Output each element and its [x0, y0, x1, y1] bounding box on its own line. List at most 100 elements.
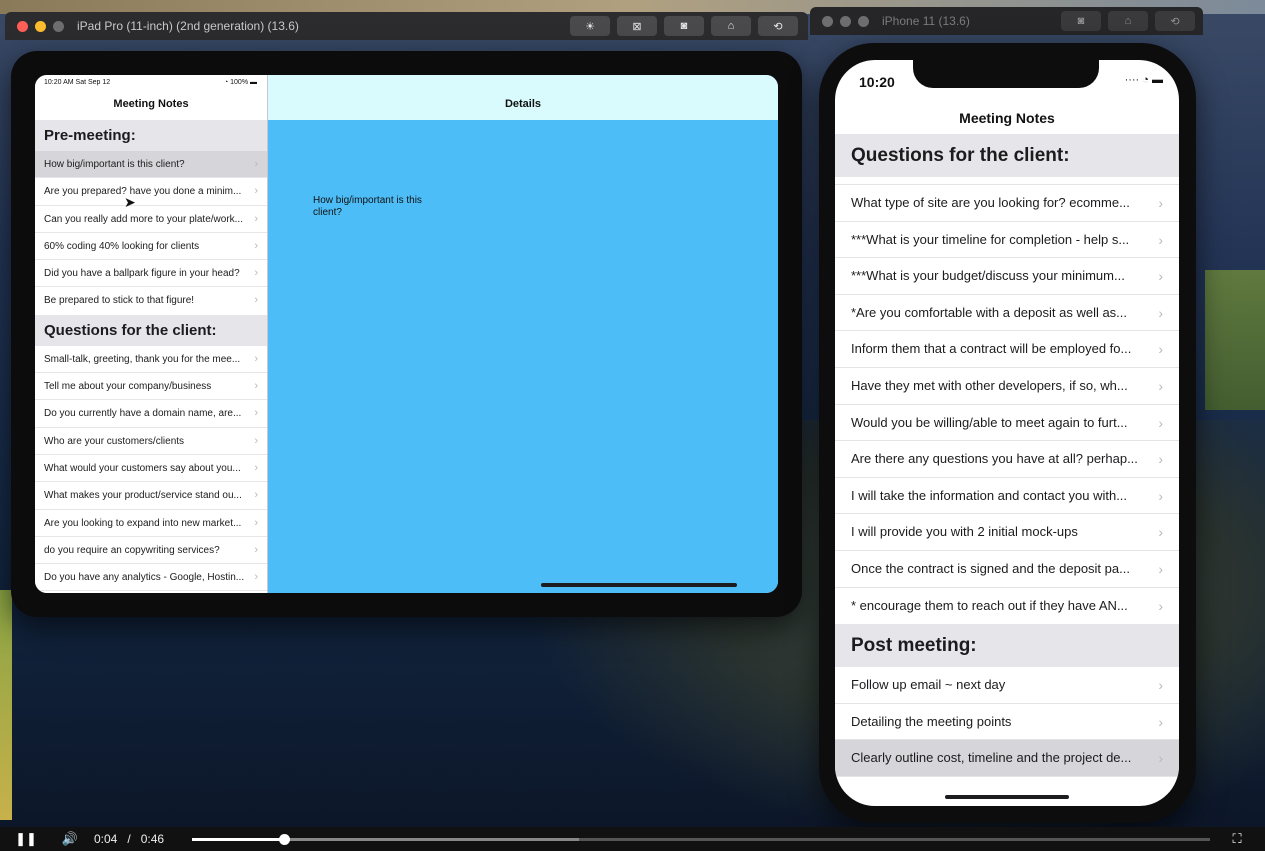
chevron-right-icon: ›	[254, 239, 258, 252]
list-item[interactable]: What makes your product/service stand ou…	[35, 482, 267, 510]
list-item[interactable]: Are you looking to expand into new marke…	[35, 510, 267, 537]
video-player-controls: ❚❚ 🔊 0:04 / 0:46 ⛶	[0, 827, 1265, 851]
list-item[interactable]: Small-talk, greeting, thank you for the …	[35, 346, 267, 374]
chevron-right-icon: ›	[254, 434, 258, 447]
home-indicator[interactable]	[541, 583, 737, 587]
status-time: 10:20 AM Sat Sep 12	[44, 79, 111, 86]
list-item-label: 60% coding 40% looking for clients	[44, 240, 200, 252]
list-item-label: Clearly outline cost, timeline and the p…	[851, 750, 1132, 766]
list-item-label: Did you have a ballpark figure in your h…	[44, 268, 240, 280]
status-icons: ···· ◔ ▬	[1125, 74, 1163, 86]
list-item[interactable]: Be prepared to stick to that figure! ›	[35, 287, 267, 314]
list-item[interactable]: * encourage them to reach out if they ha…	[835, 588, 1179, 625]
zoom-window-button[interactable]	[53, 20, 64, 32]
home-icon[interactable]: ⌂	[1108, 11, 1148, 31]
list-item-label: ***What is your budget/discuss your mini…	[851, 268, 1125, 284]
chevron-right-icon: ›	[1158, 750, 1163, 767]
zoom-window-button[interactable]	[858, 15, 869, 27]
list-item-label: Are there any questions you have at all?…	[851, 451, 1138, 467]
volume-icon[interactable]: 🔊	[60, 829, 80, 849]
list-item[interactable]: Would you be willing/able to meet again …	[835, 405, 1179, 442]
list-item[interactable]: What would your customers say about you.…	[35, 455, 267, 483]
list-item[interactable]: Clearly outline cost, timeline and the p…	[835, 740, 1179, 777]
progress-bar[interactable]	[192, 834, 1210, 845]
list-item[interactable]: 60% coding 40% looking for clients ›	[35, 233, 267, 261]
camera-icon[interactable]: ◙	[1061, 11, 1101, 31]
rotate-icon[interactable]: ⟲	[758, 16, 798, 36]
list-item-label: Who are your customers/clients	[44, 435, 185, 447]
list-item[interactable]: Inform them that a contract will be empl…	[835, 331, 1179, 368]
chevron-right-icon: ›	[1158, 341, 1163, 358]
home-indicator[interactable]	[945, 795, 1069, 799]
list-item[interactable]: do you require an copywriting services? ›	[35, 537, 267, 565]
chevron-right-icon: ›	[1158, 713, 1163, 730]
battery-icon: ▬	[1152, 74, 1163, 86]
chevron-right-icon: ›	[254, 352, 258, 365]
minimize-window-button[interactable]	[840, 15, 851, 27]
ipad-simulator-titlebar: iPad Pro (11-inch) (2nd generation) (13.…	[5, 12, 808, 40]
list-item[interactable]: Follow up email ~ next day ›	[835, 667, 1179, 704]
ipad-window-title: iPad Pro (11-inch) (2nd generation) (13.…	[77, 19, 299, 33]
list-item-label: Once the contract is signed and the depo…	[851, 560, 1130, 576]
status-time: 10:20	[859, 74, 895, 90]
iphone-simulator-titlebar: iPhone 11 (13.6) ◙ ⌂ ⟲	[810, 7, 1203, 35]
list-item-label: Do you have any analytics - Google, Host…	[44, 572, 245, 584]
list-item-label: Are you looking to expand into new marke…	[44, 517, 242, 529]
list-item[interactable]: Once the contract is signed and the depo…	[835, 551, 1179, 588]
list-item[interactable]: Are you prepared? have you done a minim.…	[35, 178, 267, 206]
iphone-window-title: iPhone 11 (13.6)	[882, 14, 970, 28]
list-item[interactable]: I will provide you with 2 initial mock-u…	[835, 514, 1179, 551]
chevron-right-icon: ›	[254, 516, 258, 529]
section-header: Pre-meeting:	[35, 120, 267, 151]
chevron-right-icon: ›	[254, 185, 258, 198]
mouse-pointer-icon: ➤	[124, 194, 136, 210]
brightness-icon[interactable]: ☀	[570, 16, 610, 36]
chevron-right-icon: ›	[254, 571, 258, 584]
close-window-button[interactable]	[822, 15, 833, 27]
signal-icon: ····	[1124, 74, 1140, 86]
ipad-screen: 10:20 AM Sat Sep 12 ◔ 100% ▬ Meeting Not…	[35, 75, 778, 593]
camera-icon[interactable]: ◙	[664, 16, 704, 36]
chevron-right-icon: ›	[1158, 377, 1163, 394]
pause-icon[interactable]: ❚❚	[15, 829, 37, 849]
list-item[interactable]: Do you currently have a domain name, are…	[35, 400, 267, 428]
list-item-label: Detailing the meeting points	[851, 713, 1012, 729]
list-item-label: Can you really add more to your plate/wo…	[44, 213, 243, 225]
notch	[913, 60, 1099, 88]
list-item-label: What would your customers say about you.…	[44, 462, 241, 474]
list-item[interactable]: *Are you comfortable with a deposit as w…	[835, 295, 1179, 332]
list-item[interactable]: Who are your customers/clients ›	[35, 428, 267, 455]
list-item-label: How big/important is this client?	[44, 159, 185, 170]
list-item-label: *Are you comfortable with a deposit as w…	[851, 304, 1128, 320]
list-item[interactable]: Are there any questions you have at all?…	[835, 441, 1179, 478]
progress-knob[interactable]	[278, 834, 290, 845]
chevron-right-icon: ›	[254, 294, 258, 307]
minimize-window-button[interactable]	[35, 20, 46, 32]
list-item[interactable]: I will take the information and contact …	[835, 478, 1179, 515]
list-item[interactable]: ***What is your timeline for completion …	[835, 222, 1179, 259]
battery-icon: ▬	[250, 79, 257, 86]
battery-percent: 100%	[230, 79, 249, 86]
chevron-right-icon: ›	[1158, 231, 1163, 248]
chevron-right-icon: ›	[1158, 195, 1163, 211]
list-item[interactable]: Detailing the meeting points ›	[835, 704, 1179, 741]
list-item[interactable]: Tell me about your company/business ›	[35, 373, 267, 401]
list-item[interactable]: Did you have a ballpark figure in your h…	[35, 260, 267, 288]
chevron-right-icon: ›	[1158, 524, 1163, 541]
list-item-label: What makes your product/service stand ou…	[44, 490, 242, 502]
screenshot-icon[interactable]: ⊠	[617, 16, 657, 36]
list-item[interactable]: ***What is your budget/discuss your mini…	[835, 258, 1179, 295]
close-window-button[interactable]	[17, 20, 28, 32]
rotate-icon[interactable]: ⟲	[1155, 11, 1195, 31]
list-item[interactable]: Do you have any analytics - Google, Host…	[35, 564, 267, 592]
list-item[interactable]: What type of site are you looking for? e…	[835, 185, 1179, 222]
home-icon[interactable]: ⌂	[711, 16, 751, 36]
detail-title: Details	[268, 75, 778, 120]
list-item[interactable]: How big/important is this client? ›	[35, 151, 267, 179]
list-item-label: Are you prepared? have you done a minim.…	[44, 186, 242, 198]
wifi-icon: ◔	[1142, 74, 1149, 86]
list-item-label: I will provide you with 2 initial mock-u…	[851, 524, 1078, 540]
list-item[interactable]: Can you really add more to your plate/wo…	[35, 206, 267, 233]
fullscreen-icon[interactable]: ⛶	[1227, 829, 1247, 849]
list-item[interactable]: Have they met with other developers, if …	[835, 368, 1179, 405]
